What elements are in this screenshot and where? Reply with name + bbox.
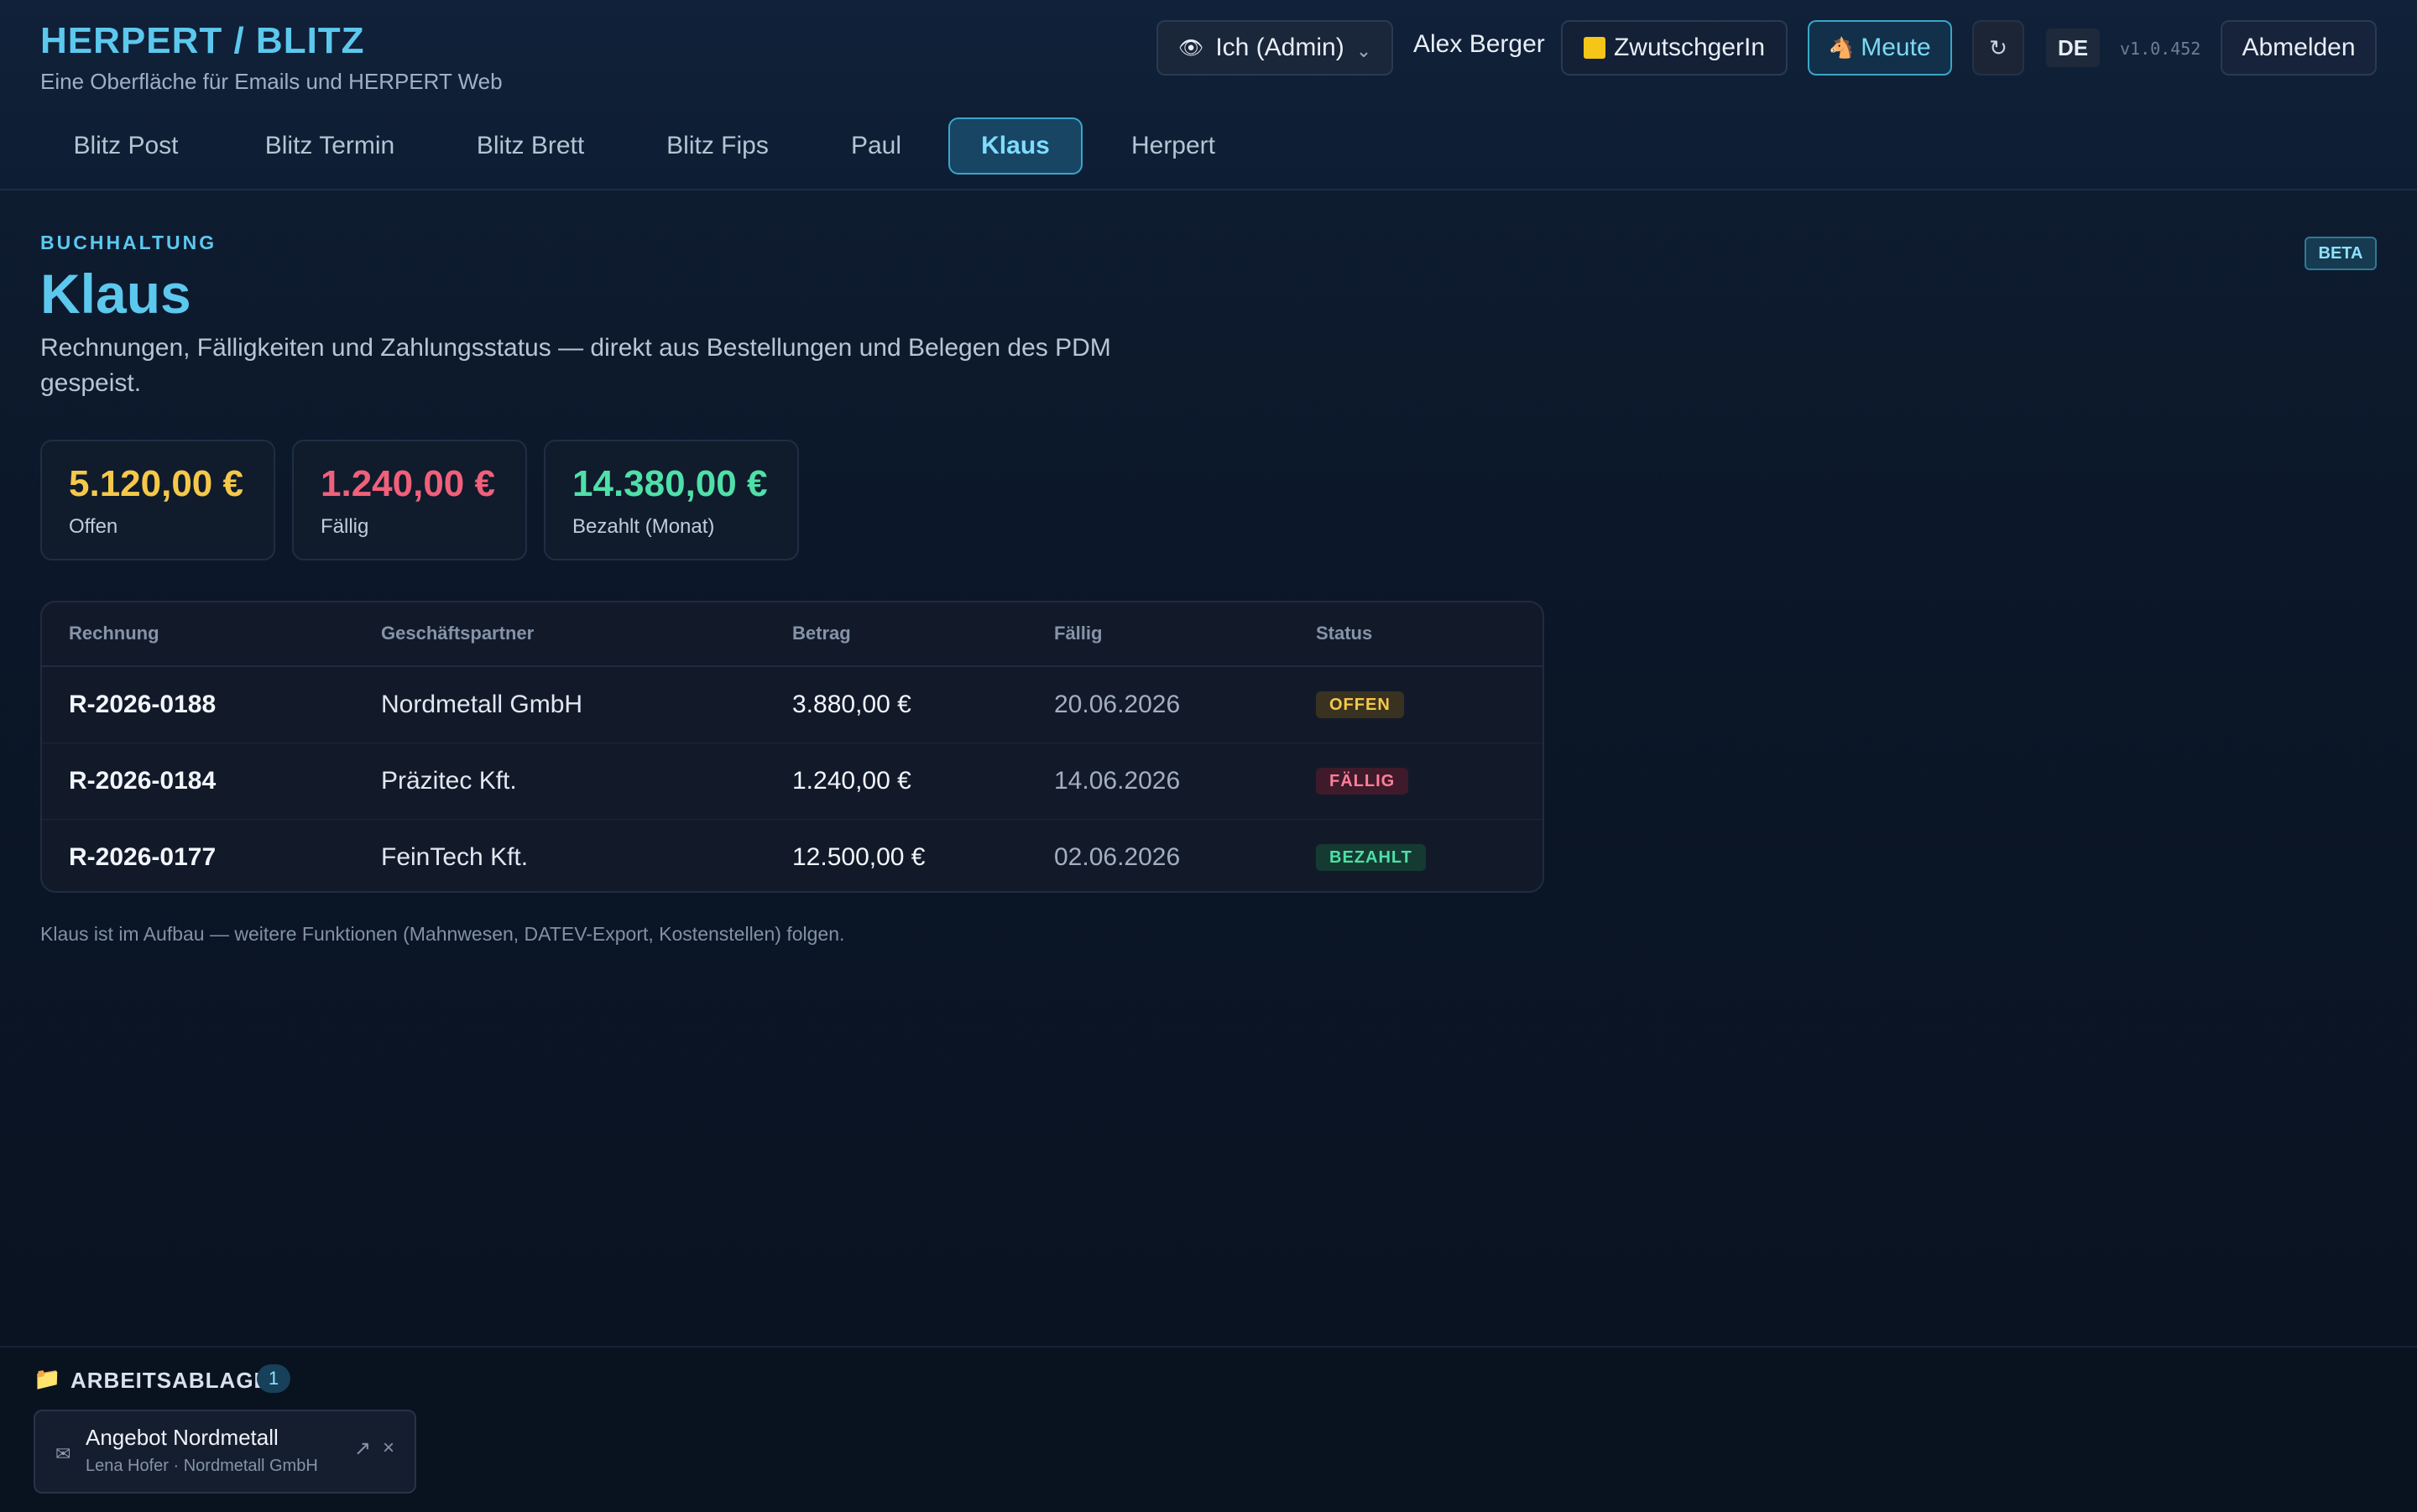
close-icon[interactable]: × xyxy=(383,1436,394,1460)
status-cell: BEZAHLT xyxy=(1316,820,1426,891)
language-switch[interactable]: DE xyxy=(2046,29,2100,67)
stat-label: Offen xyxy=(69,515,118,538)
page-title: Klaus xyxy=(40,263,191,325)
invoice-table: Rechnung Geschäftspartner Betrag Fällig … xyxy=(40,601,1544,893)
tray-title: ARBEITSABLAGE xyxy=(70,1368,269,1393)
invoice-number: R-2026-0188 xyxy=(69,691,217,718)
stat-card-faellig: 1.240,00 € Fällig xyxy=(292,440,527,560)
column-header-rechnung[interactable]: Rechnung xyxy=(69,623,159,644)
page-description: Rechnungen, Fälligkeiten und Zahlungssta… xyxy=(40,334,1111,397)
invoice-amount: 3.880,00 € xyxy=(792,691,911,718)
app-header: HERPERT / BLITZ Eine Oberfläche für Emai… xyxy=(0,0,2417,190)
logout-button[interactable]: Abmelden xyxy=(2221,20,2377,76)
footnote: Klaus ist im Aufbau — weitere Funktionen… xyxy=(40,923,845,945)
stat-label: Bezahlt (Monat) xyxy=(572,515,715,538)
status-badge: BEZAHLT xyxy=(1316,844,1426,871)
app-subtitle: Eine Oberfläche für Emails und HERPERT W… xyxy=(40,69,503,94)
refresh-button[interactable]: ↻ xyxy=(1972,20,2024,76)
status-cell: OFFEN xyxy=(1316,667,1404,743)
tab-herpert[interactable]: Herpert xyxy=(1106,117,1240,175)
role-selector[interactable]: 👁 Ich (Admin) ⌄ xyxy=(1156,20,1393,76)
invoice-number: R-2026-0184 xyxy=(69,767,217,795)
invoice-number: R-2026-0177 xyxy=(69,843,217,871)
tray-item[interactable]: ✉ Angebot Nordmetall Lena Hofer · Nordme… xyxy=(34,1410,416,1494)
tab-paul[interactable]: Paul xyxy=(822,117,930,175)
role-selector-label: Ich (Admin) xyxy=(1215,34,1344,61)
status-badge: FÄLLIG xyxy=(1316,768,1409,795)
due-date: 20.06.2026 xyxy=(1054,691,1181,718)
column-header-betrag[interactable]: Betrag xyxy=(792,623,851,644)
chevron-down-icon: ⌄ xyxy=(1355,40,1372,61)
table-row[interactable]: R-2026-0184 Präzitec Kft. 1.240,00 € 14.… xyxy=(42,743,1543,819)
tab-blitz-termin[interactable]: Blitz Termin xyxy=(237,117,423,175)
tab-blitz-brett[interactable]: Blitz Brett xyxy=(448,117,613,175)
tab-klaus[interactable]: Klaus xyxy=(948,117,1083,175)
user-name: Alex Berger xyxy=(1413,30,1545,58)
invoice-amount: 1.240,00 € xyxy=(792,767,911,795)
business-partner: Nordmetall GmbH xyxy=(381,691,583,718)
mail-icon: ✉ xyxy=(55,1443,71,1464)
due-date: 02.06.2026 xyxy=(1054,843,1181,871)
business-partner: FeinTech Kft. xyxy=(381,843,529,871)
stat-value: 14.380,00 € xyxy=(572,463,768,504)
tray-item-title: Angebot Nordmetall xyxy=(86,1425,279,1450)
eye-icon: 👁 xyxy=(1177,36,1204,60)
stat-value: 1.240,00 € xyxy=(321,463,495,504)
tab-blitz-fips[interactable]: Blitz Fips xyxy=(638,117,797,175)
meute-button[interactable]: 🐴 Meute xyxy=(1808,20,1952,76)
status-cell: FÄLLIG xyxy=(1316,743,1409,819)
stat-label: Fällig xyxy=(321,515,369,538)
column-header-faellig[interactable]: Fällig xyxy=(1054,623,1102,644)
tray-item-subtitle: Lena Hofer · Nordmetall GmbH xyxy=(86,1457,318,1475)
stat-card-bezahlt: 14.380,00 € Bezahlt (Monat) xyxy=(544,440,799,560)
work-tray: 📁 ARBEITSABLAGE 1 ✉ Angebot Nordmetall L… xyxy=(0,1346,2417,1512)
business-partner: Präzitec Kft. xyxy=(381,767,517,795)
column-header-partner[interactable]: Geschäftspartner xyxy=(381,623,534,644)
section-label: BUCHHALTUNG xyxy=(40,232,217,253)
meute-label: Meute xyxy=(1861,34,1931,61)
open-external-icon[interactable]: ↗ xyxy=(354,1436,371,1461)
horse-head-icon: 🐴 xyxy=(1829,36,1855,60)
stat-card-offen: 5.120,00 € Offen xyxy=(40,440,275,560)
version-label: v1.0.452 xyxy=(2120,39,2201,59)
tab-blitz-post[interactable]: Blitz Post xyxy=(40,117,211,175)
zwutschgerin-label: ZwutschgerIn xyxy=(1613,34,1766,61)
table-row[interactable]: R-2026-0177 FeinTech Kft. 12.500,00 € 02… xyxy=(42,820,1543,891)
tray-count-badge: 1 xyxy=(257,1364,290,1393)
beta-badge: BETA xyxy=(2305,237,2377,270)
table-row[interactable]: R-2026-0188 Nordmetall GmbH 3.880,00 € 2… xyxy=(42,667,1543,743)
yellow-square-icon xyxy=(1583,37,1605,59)
due-date: 14.06.2026 xyxy=(1054,767,1181,795)
stat-value: 5.120,00 € xyxy=(69,463,243,504)
invoice-amount: 12.500,00 € xyxy=(792,843,926,871)
refresh-icon: ↻ xyxy=(1989,34,2007,60)
app-title: HERPERT / BLITZ xyxy=(40,20,365,61)
folder-icon: 📁 xyxy=(34,1366,61,1391)
column-header-status[interactable]: Status xyxy=(1316,623,1372,644)
zwutschgerin-button[interactable]: ZwutschgerIn xyxy=(1561,20,1788,76)
status-badge: OFFEN xyxy=(1316,691,1404,718)
